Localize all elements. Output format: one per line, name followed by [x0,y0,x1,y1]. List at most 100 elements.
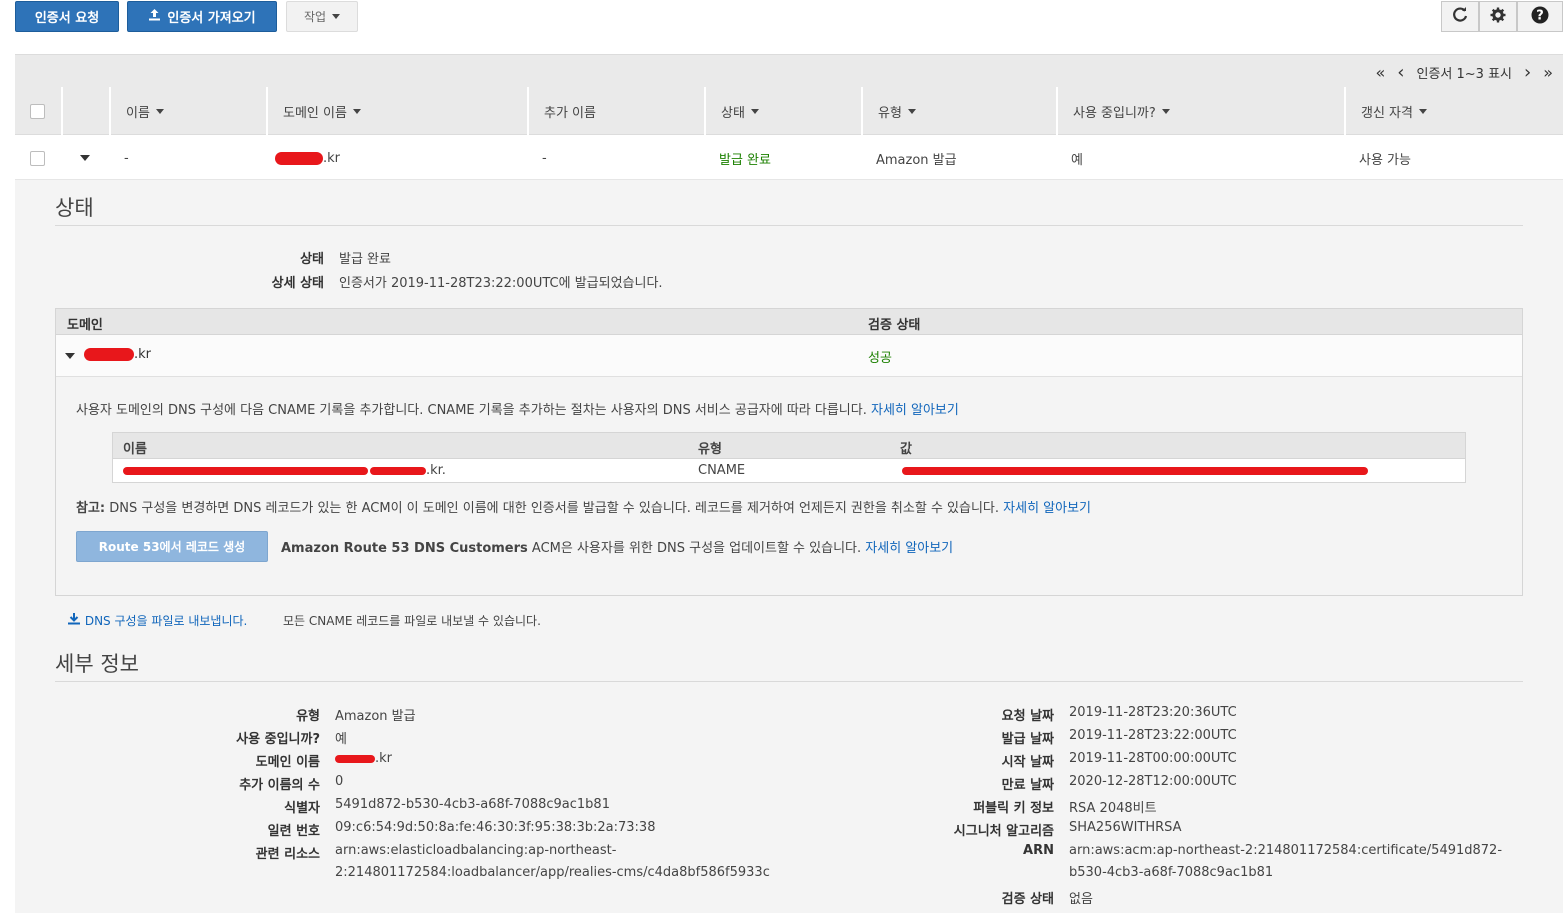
note-label: 참고: [76,501,106,516]
refresh-button[interactable] [1441,1,1479,32]
table-pager-bar: « ‹ 인증서 1~3 표시 › » [15,54,1563,87]
route53-info-text: ACM은 사용자를 위한 DNS 구성을 업데이트할 수 있습니다. [531,541,862,556]
column-header-status[interactable]: 상태 [704,87,861,135]
row-name: - [124,150,129,166]
export-dns-config-link[interactable]: DNS 구성을 파일로 내보냅니다. [67,612,247,629]
note-learn-more-link[interactable]: 자세히 알아보기 [1003,501,1091,516]
table-row[interactable]: - .kr - 발급 완료 Amazon 발급 예 사용 가능 [15,136,1563,180]
detail-requested-value: 2019-11-28T23:20:36UTC [1069,705,1237,720]
detail-domain-value: .kr [335,751,392,766]
column-header-additional-label: 추가 이름 [544,105,596,121]
column-header-type[interactable]: 유형 [861,87,1056,135]
select-all-cell [15,87,61,135]
redaction-mark [370,466,426,475]
import-certificate-button[interactable]: 인증서 가져오기 [127,1,277,32]
chevron-down-icon [332,14,341,19]
dns-note: 참고: DNS 구성을 변경하면 DNS 레코드가 있는 한 ACM이 이 도메… [76,497,1091,516]
export-dns-config-label: DNS 구성을 파일로 내보냅니다. [84,614,248,628]
route53-learn-more-link[interactable]: 자세히 알아보기 [865,541,953,556]
validation-column-header: 검증 상태 [868,318,921,333]
cname-type-header: 유형 [698,442,722,457]
help-icon: ? [1531,6,1549,28]
learn-more-link[interactable]: 자세히 알아보기 [871,403,959,418]
import-certificate-label: 인증서 가져오기 [167,11,256,26]
row-checkbox[interactable] [30,150,45,166]
domain-table-header: 도메인 검증 상태 [56,309,1522,335]
cname-record-table: 이름 유형 값 .kr. CNAME [112,432,1466,483]
detail-type-value: Amazon 발급 [335,709,416,724]
first-page-button[interactable]: « [1376,63,1386,82]
prev-page-button[interactable]: ‹ [1397,62,1404,83]
sort-caret-icon [1418,108,1427,114]
row-expand-toggle[interactable] [80,136,90,180]
pager-text: 인증서 1~3 표시 [1416,67,1513,82]
route53-customers-label: Amazon Route 53 DNS Customers [281,541,528,556]
help-button[interactable]: ? [1517,1,1563,32]
detail-status-label: 상세 상태 [271,276,324,291]
detail-domain-label: 도메인 이름 [255,755,320,770]
detail-requested-label: 요청 날짜 [1001,709,1054,724]
detail-identifier-link[interactable]: 5491d872-b530-4cb3-a68f-7088c9ac1b81 [335,797,610,812]
sort-caret-icon [155,108,164,114]
row-additional: - [542,150,547,166]
status-section-title: 상태 [55,196,94,220]
caret-down-icon[interactable] [65,353,75,359]
column-header-type-label: 유형 [878,105,902,121]
actions-dropdown[interactable]: 작업 [286,1,358,32]
column-header-name[interactable]: 이름 [109,87,266,135]
create-route53-record-button[interactable]: Route 53에서 레코드 생성 [76,531,268,562]
detail-status-value: 인증서가 2019-11-28T23:22:00UTC에 발급되었습니다. [339,276,663,291]
cname-record-name: .kr. [123,463,446,478]
upload-icon [148,8,161,25]
divider [55,681,1523,682]
detail-in-use-label: 사용 중입니까? [236,732,320,747]
actions-label: 작업 [303,10,327,24]
detail-in-use-value: 예 [335,732,347,747]
domain-row[interactable]: .kr 성공 [56,335,1522,377]
redaction-mark [335,754,375,763]
domain-name: .kr [84,347,151,362]
domain-validation-table: 도메인 검증 상태 .kr 성공 사용자 도메인의 DNS 구성에 다음 CNA… [55,308,1523,596]
last-page-button[interactable]: » [1543,63,1553,82]
detail-public-key-label: 퍼블릭 키 정보 [973,801,1054,816]
next-page-button[interactable]: › [1524,62,1531,83]
svg-text:?: ? [1536,8,1544,23]
expand-header-cell [61,87,109,135]
column-header-domain[interactable]: 도메인 이름 [266,87,527,135]
validation-status: 성공 [868,351,892,366]
redaction-mark [902,467,1368,475]
column-header-renewal[interactable]: 갱신 자격 [1344,87,1563,135]
detail-serial-label: 일련 번호 [267,824,320,839]
cname-instruction: 사용자 도메인의 DNS 구성에 다음 CNAME 기록을 추가합니다. CNA… [76,399,959,418]
column-header-in-use[interactable]: 사용 중입니까? [1056,87,1344,135]
detail-not-before-label: 시작 날짜 [1001,755,1054,770]
detail-signature-label: 시그니처 알고리즘 [953,824,1054,839]
route53-info: Amazon Route 53 DNS Customers ACM은 사용자를 … [281,537,953,556]
row-domain: .kr [275,136,340,180]
certificate-detail-panel: 상태 상태 발급 완료 상세 상태 인증서가 2019-11-28T23:22:… [15,180,1563,913]
cname-record-row: .kr. CNAME [113,459,1465,483]
settings-button[interactable] [1479,1,1517,32]
detail-issued-label: 발급 날짜 [1001,732,1054,747]
detail-not-after-value: 2020-12-28T12:00:00UTC [1069,774,1237,789]
export-description: 모든 CNAME 레코드를 파일로 내보낼 수 있습니다. [283,614,541,628]
row-renewal: 사용 가능 [1359,152,1411,168]
toolbar: 인증서 요청 인증서 가져오기 작업 ? [0,0,1567,36]
detail-arn-value: arn:aws:acm:ap-northeast-2:214801172584:… [1069,843,1503,858]
request-certificate-button[interactable]: 인증서 요청 [15,1,119,32]
caret-down-icon [80,155,90,161]
detail-not-before-value: 2019-11-28T00:00:00UTC [1069,751,1237,766]
detail-associated-resource-label: 관련 리소스 [255,847,320,862]
cname-name-header: 이름 [123,442,147,457]
column-header-in-use-label: 사용 중입니까? [1073,105,1156,121]
refresh-icon [1452,6,1468,27]
gear-icon [1490,7,1506,27]
detail-serial-value: 09:c6:54:9d:50:8a:fe:46:30:3f:95:38:3b:2… [335,820,656,835]
detail-type-label: 유형 [296,709,320,724]
cname-record-type: CNAME [698,463,746,478]
cname-value-header: 값 [900,442,912,457]
select-all-checkbox[interactable] [30,103,45,119]
redaction-mark [275,151,323,165]
sort-caret-icon [1161,108,1170,114]
detail-additional-count-label: 추가 이름의 수 [239,778,320,793]
